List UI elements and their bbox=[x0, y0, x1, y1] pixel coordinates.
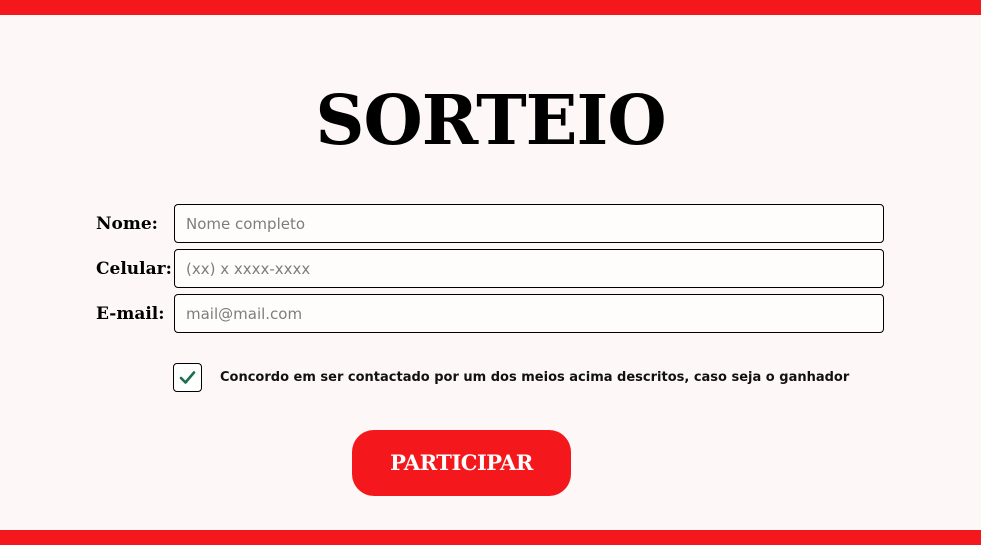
consent-label: Concordo em ser contactado por um dos me… bbox=[220, 370, 850, 385]
celular-input[interactable] bbox=[174, 249, 884, 288]
nome-label: Nome: bbox=[96, 214, 158, 234]
celular-label: Celular: bbox=[96, 259, 172, 279]
consent-row: Concordo em ser contactado por um dos me… bbox=[173, 363, 849, 392]
nome-row: Nome: bbox=[96, 204, 886, 243]
consent-checkbox[interactable] bbox=[173, 363, 202, 392]
email-label: E-mail: bbox=[96, 304, 165, 324]
check-icon bbox=[179, 371, 196, 384]
top-accent-bar bbox=[0, 0, 981, 15]
email-input[interactable] bbox=[174, 294, 884, 333]
bottom-accent-bar bbox=[0, 530, 981, 545]
page-title: SORTEIO bbox=[315, 81, 666, 161]
nome-input[interactable] bbox=[174, 204, 884, 243]
celular-row: Celular: bbox=[96, 249, 886, 288]
email-row: E-mail: bbox=[96, 294, 886, 333]
participar-button[interactable]: PARTICIPAR bbox=[352, 430, 571, 496]
